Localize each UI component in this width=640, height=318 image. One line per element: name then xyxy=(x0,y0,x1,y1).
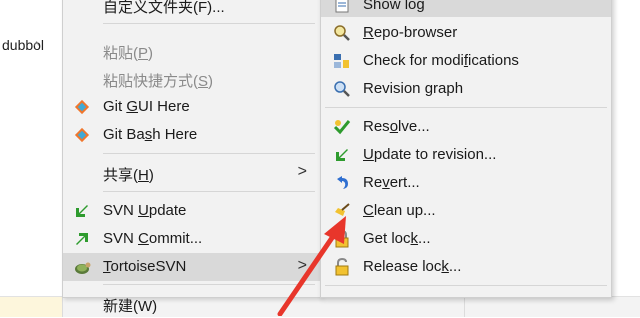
menu-item-label: TortoiseSVN xyxy=(103,258,187,275)
menu-item-share[interactable]: 共享(H) > xyxy=(63,159,321,187)
resolve-icon xyxy=(333,118,351,136)
menu-separator xyxy=(103,153,315,154)
menu-item-label: Revert... xyxy=(363,174,420,191)
menu-item-paste-shortcut[interactable]: 粘贴快捷方式(S) xyxy=(63,65,321,93)
menu-item-label: Revision graph xyxy=(363,80,464,97)
update-revision-icon xyxy=(333,146,351,164)
menu-item-customize-folder[interactable]: 自定义文件夹(F)... xyxy=(63,0,321,19)
menu-item-svn-update[interactable]: SVN Update xyxy=(63,197,321,225)
menu-item-label: Resolve... xyxy=(363,118,430,135)
menu-item-label: 共享(H) xyxy=(103,167,154,184)
svn-update-icon xyxy=(73,202,91,220)
menu-item-label: Release lock... xyxy=(363,258,462,275)
menu-item-revision-graph[interactable]: Revision graph xyxy=(321,75,611,103)
svn-commit-icon xyxy=(73,230,91,248)
menu-separator xyxy=(103,191,315,192)
menu-item-label: Update to revision... xyxy=(363,146,497,163)
menu-item-check-modifications[interactable]: Check for modifications xyxy=(321,47,611,75)
menu-item-clean-up[interactable]: Clean up... xyxy=(321,197,611,225)
git-gui-icon xyxy=(73,98,91,116)
menu-item-label: 新建(W) xyxy=(103,298,158,315)
tortoisesvn-submenu: Show log Repo-browser Check for modifica… xyxy=(320,0,612,298)
git-bash-icon xyxy=(73,126,91,144)
menu-item-label: 粘贴(P) xyxy=(103,45,154,62)
release-lock-icon xyxy=(333,257,351,276)
repo-browser-icon xyxy=(333,24,351,42)
menu-separator xyxy=(325,285,607,286)
check-modifications-icon xyxy=(333,52,351,70)
menu-item-label: 自定义文件夹(F)... xyxy=(103,0,225,16)
collapse-chevron-icon[interactable]: ^ xyxy=(34,40,39,52)
tortoisesvn-icon xyxy=(73,258,91,276)
explorer-pane: dubbol ^ xyxy=(0,0,62,296)
list-cell xyxy=(0,297,63,317)
menu-item-label: Git Bash Here xyxy=(103,126,198,143)
menu-separator xyxy=(103,23,315,24)
submenu-arrow-icon: > xyxy=(297,257,307,274)
menu-separator xyxy=(103,284,315,285)
submenu-arrow-icon: > xyxy=(297,163,307,180)
menu-item-get-lock[interactable]: Get lock... xyxy=(321,225,611,253)
menu-item-label: Clean up... xyxy=(363,202,436,219)
revert-icon xyxy=(333,174,351,192)
menu-item-label: SVN Update xyxy=(103,202,187,219)
menu-item-git-bash[interactable]: Git Bash Here xyxy=(63,121,321,149)
menu-item-show-log[interactable]: Show log xyxy=(321,0,611,17)
menu-item-label: 粘贴快捷方式(S) xyxy=(103,73,214,90)
menu-item-revert[interactable]: Revert... xyxy=(321,169,611,197)
menu-item-git-gui[interactable]: Git GUI Here xyxy=(63,93,321,121)
show-log-icon xyxy=(333,0,351,14)
menu-item-svn-commit[interactable]: SVN Commit... xyxy=(63,225,321,253)
menu-item-repo-browser[interactable]: Repo-browser xyxy=(321,19,611,47)
menu-item-resolve[interactable]: Resolve... xyxy=(321,113,611,141)
context-menu: 自定义文件夹(F)... 粘贴(P) 粘贴快捷方式(S) Git GUI Her… xyxy=(62,0,322,315)
menu-item-update-to-revision[interactable]: Update to revision... xyxy=(321,141,611,169)
menu-item-label: Show log xyxy=(363,0,425,13)
menu-item-label: SVN Commit... xyxy=(103,230,203,247)
menu-item-paste[interactable]: 粘贴(P) xyxy=(63,37,321,65)
menu-item-tortoisesvn[interactable]: TortoiseSVN > xyxy=(63,253,321,281)
cleanup-icon xyxy=(333,202,351,220)
lock-icon xyxy=(333,229,351,248)
menu-separator xyxy=(325,107,607,108)
menu-item-label: Repo-browser xyxy=(363,24,458,41)
menu-item-release-lock[interactable]: Release lock... xyxy=(321,253,611,281)
menu-item-label: Git GUI Here xyxy=(103,98,190,115)
revision-graph-icon xyxy=(333,80,351,98)
menu-item-label: Check for modifications xyxy=(363,52,519,69)
menu-item-label: Get lock... xyxy=(363,230,431,247)
menu-item-new[interactable]: 新建(W) xyxy=(63,290,321,318)
